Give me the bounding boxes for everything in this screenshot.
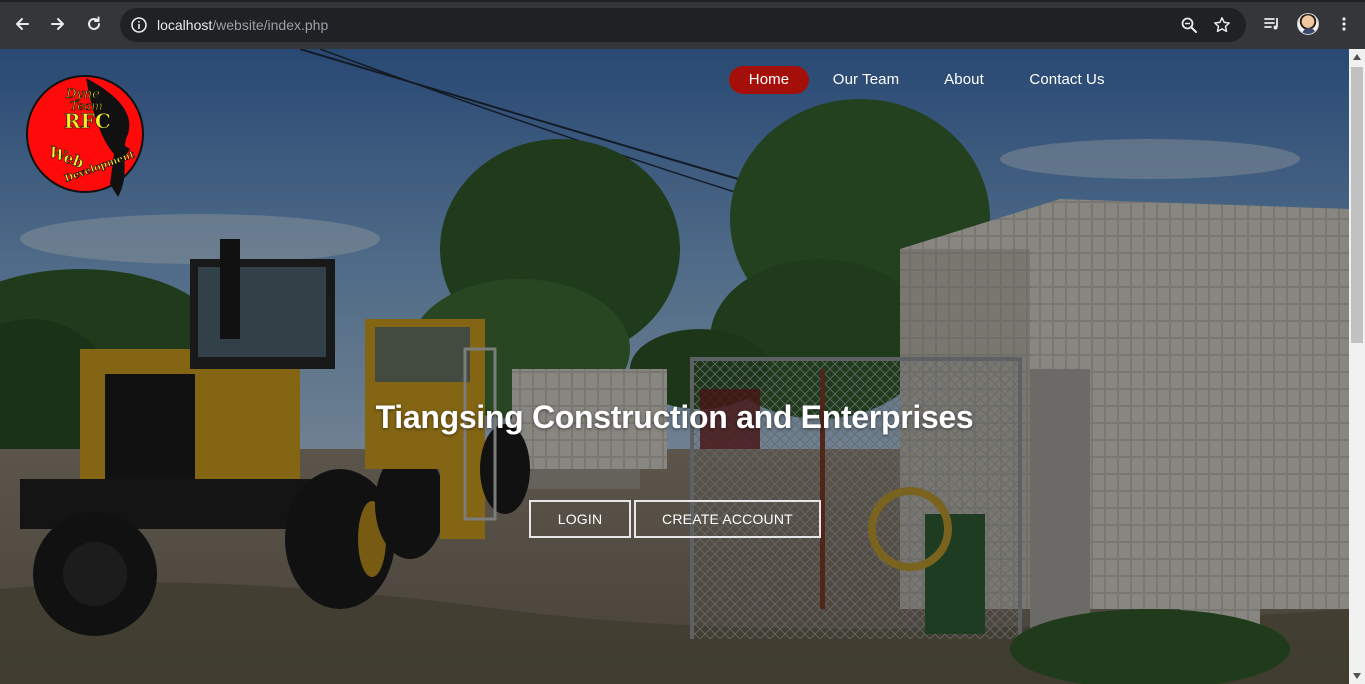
page-scrollbar[interactable] bbox=[1349, 49, 1365, 684]
profile-button[interactable] bbox=[1296, 12, 1320, 36]
scroll-up-button[interactable] bbox=[1349, 49, 1365, 65]
nav-about[interactable]: About bbox=[924, 66, 1004, 94]
zoom-icon[interactable] bbox=[1180, 16, 1198, 34]
playlist-icon bbox=[1264, 18, 1278, 30]
nav-home[interactable]: Home bbox=[729, 66, 809, 94]
site-info-icon[interactable] bbox=[130, 16, 148, 34]
hero-title: Tiangsing Construction and Enterprises bbox=[375, 399, 974, 435]
triangle-down-icon bbox=[1353, 673, 1361, 679]
more-vertical-icon bbox=[1342, 17, 1346, 31]
nav-contact-us[interactable]: Contact Us bbox=[1018, 66, 1116, 94]
hero-overlay bbox=[0, 49, 1349, 684]
arrow-right-icon bbox=[51, 18, 64, 30]
scroll-thumb[interactable] bbox=[1351, 67, 1363, 343]
reload-icon bbox=[88, 16, 100, 30]
hero-section bbox=[0, 49, 1349, 684]
login-button[interactable]: LOGIN bbox=[529, 500, 631, 538]
reload-button[interactable] bbox=[82, 12, 106, 36]
arrow-left-icon bbox=[16, 18, 29, 30]
menu-button[interactable] bbox=[1332, 12, 1356, 36]
back-button[interactable] bbox=[10, 12, 34, 36]
url-host: localhost bbox=[157, 17, 213, 33]
media-controls-button[interactable] bbox=[1260, 12, 1284, 36]
logo-text-rfc: RFC bbox=[64, 109, 111, 133]
tab-strip-edge bbox=[0, 0, 1365, 2]
browser-toolbar: localhost/website/index.php bbox=[0, 0, 1365, 49]
triangle-up-icon bbox=[1353, 54, 1361, 60]
nav-our-team[interactable]: Our Team bbox=[826, 66, 906, 94]
scroll-down-button[interactable] bbox=[1349, 668, 1365, 684]
create-account-button[interactable]: CREATE ACCOUNT bbox=[634, 500, 821, 538]
url-text[interactable]: localhost/website/index.php bbox=[157, 17, 328, 33]
avatar bbox=[1297, 13, 1319, 35]
main-nav: Home Our Team About Contact Us bbox=[0, 66, 1349, 96]
forward-button[interactable] bbox=[46, 12, 70, 36]
bookmark-star-icon[interactable] bbox=[1213, 16, 1231, 34]
url-path: /website/index.php bbox=[212, 17, 329, 33]
address-bar[interactable]: localhost/website/index.php bbox=[120, 8, 1246, 42]
page-viewport: Dyne Team RFC Web Development Home Our T… bbox=[0, 49, 1349, 684]
